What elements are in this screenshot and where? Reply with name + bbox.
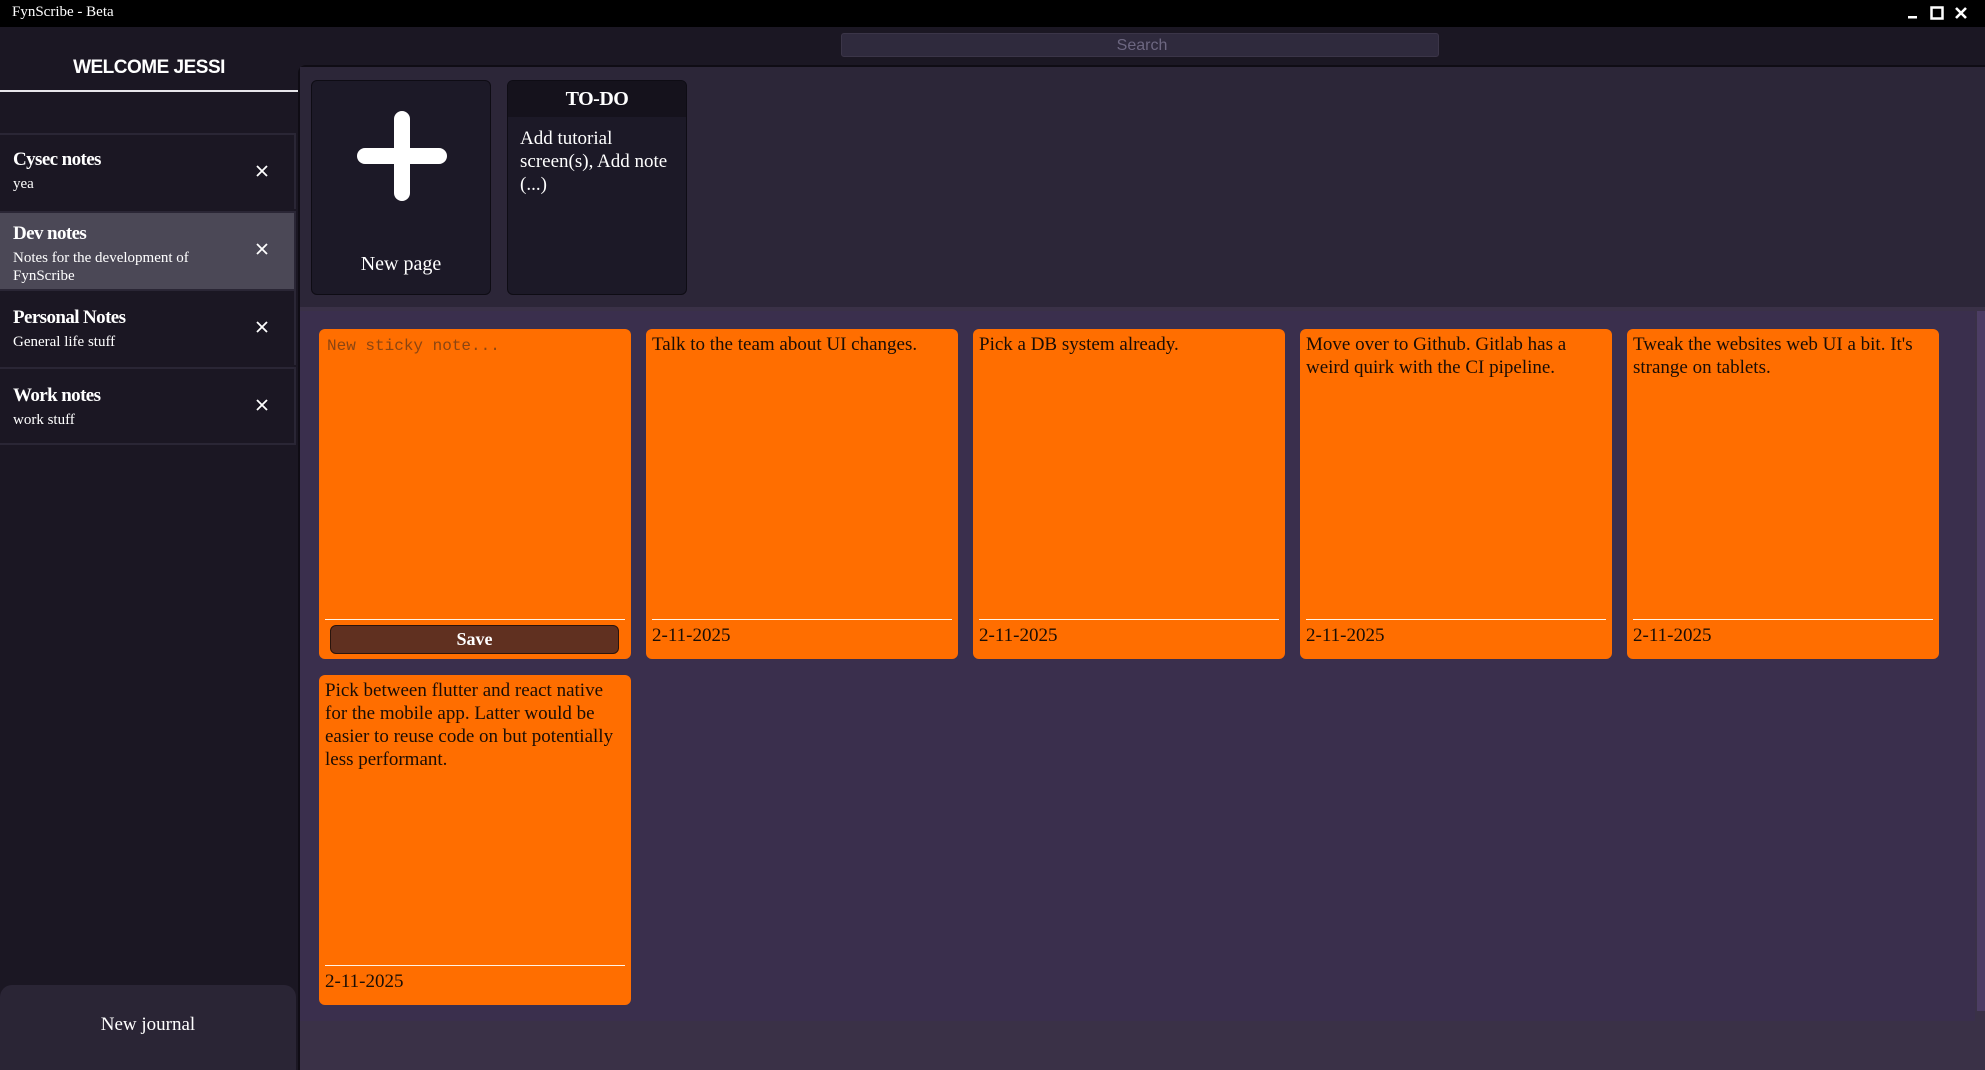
maximize-icon[interactable]: [1926, 2, 1948, 24]
main-panel: New page TO-DO Add tutorial screen(s), A…: [298, 65, 1985, 1070]
divider: [1306, 619, 1606, 620]
sticky-note[interactable]: Tweak the websites web UI a bit. It's st…: [1627, 329, 1939, 659]
sticky-note[interactable]: Talk to the team about UI changes. 2-11-…: [646, 329, 958, 659]
divider: [1633, 619, 1933, 620]
sticky-note-text: Tweak the websites web UI a bit. It's st…: [1633, 334, 1913, 378]
sticky-note-date: 2-11-2025: [1306, 625, 1385, 646]
journal-item-cysec-notes[interactable]: Cysec notes yea: [0, 133, 296, 209]
new-sticky-note: Save: [319, 329, 631, 659]
search-bar: [841, 33, 1442, 58]
sticky-note[interactable]: Pick a DB system already. 2-11-2025: [973, 329, 1285, 659]
journal-description: Notes for the development of FynScribe: [13, 250, 189, 284]
delete-journal-icon[interactable]: [249, 314, 275, 340]
new-page-card[interactable]: New page: [311, 80, 491, 295]
sticky-note-date: 2-11-2025: [1633, 625, 1712, 646]
page-title: TO-DO: [508, 81, 686, 117]
sticky-note-text: Pick between flutter and react native fo…: [325, 680, 614, 770]
sticky-note-text: Move over to Github. Gitlab has a weird …: [1306, 334, 1567, 378]
journal-title: Personal Notes: [13, 307, 126, 328]
journal-item-dev-notes[interactable]: Dev notes Notes for the development of F…: [0, 211, 296, 289]
sidebar: WELCOME JESSI Cysec notes yea Dev notes …: [0, 27, 298, 1070]
divider: [979, 619, 1279, 620]
page-preview: Add tutorial screen(s), Add note (...): [520, 128, 668, 195]
sticky-note-date: 2-11-2025: [979, 625, 1058, 646]
divider: [325, 619, 625, 620]
page-card-todo[interactable]: TO-DO Add tutorial screen(s), Add note (…: [507, 80, 687, 295]
journal-description: yea: [13, 176, 34, 192]
welcome-heading: WELCOME JESSI: [73, 57, 225, 78]
sticky-note-date: 2-11-2025: [652, 625, 731, 646]
new-page-label: New page: [360, 253, 442, 275]
sticky-note-text: Talk to the team about UI changes.: [652, 334, 918, 355]
journal-title: Cysec notes: [13, 149, 101, 170]
window-title: FynScribe - Beta: [12, 4, 114, 20]
search-input[interactable]: [842, 34, 1442, 58]
divider: [0, 90, 298, 92]
save-button[interactable]: Save: [330, 625, 619, 654]
journal-title: Work notes: [13, 385, 101, 406]
sticky-note-date: 2-11-2025: [325, 971, 404, 992]
divider: [325, 965, 625, 966]
title-bar: FynScribe - Beta: [0, 0, 1985, 27]
minimize-icon[interactable]: [1902, 2, 1924, 24]
journal-title: Dev notes: [13, 223, 87, 244]
close-icon[interactable]: [1950, 2, 1972, 24]
sticky-note-text: Pick a DB system already.: [979, 334, 1179, 355]
sticky-note[interactable]: Pick between flutter and react native fo…: [319, 675, 631, 1005]
journal-item-work-notes[interactable]: Work notes work stuff: [0, 367, 296, 445]
new-journal-button[interactable]: New journal: [0, 985, 296, 1070]
journal-description: General life stuff: [13, 334, 116, 350]
sticky-notes-board: Save Talk to the team about UI changes. …: [300, 311, 1975, 1021]
pages-strip: New page TO-DO Add tutorial screen(s), A…: [300, 67, 1985, 307]
plus-icon: [357, 111, 447, 201]
scrollbar[interactable]: [1977, 311, 1985, 1011]
delete-journal-icon[interactable]: [249, 236, 275, 262]
sticky-note[interactable]: Move over to Github. Gitlab has a weird …: [1300, 329, 1612, 659]
new-sticky-note-input[interactable]: [325, 335, 627, 619]
journal-description: work stuff: [13, 412, 75, 428]
delete-journal-icon[interactable]: [249, 392, 275, 418]
journal-item-personal-notes[interactable]: Personal Notes General life stuff: [0, 289, 296, 365]
divider: [652, 619, 952, 620]
delete-journal-icon[interactable]: [249, 158, 275, 184]
